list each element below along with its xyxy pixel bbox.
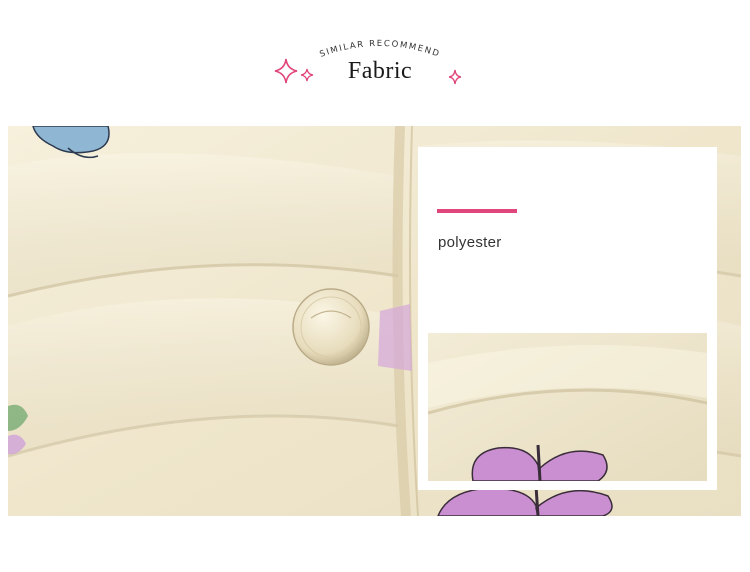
sparkle-icon	[448, 69, 462, 85]
fabric-closeup	[428, 333, 707, 481]
material-card: polyester	[418, 147, 717, 490]
accent-line	[437, 209, 517, 213]
section-title: Fabric	[347, 58, 413, 84]
sparkle-icon	[274, 58, 298, 84]
header-subtitle: SIMILAR RECOMMEND	[318, 39, 441, 60]
section-header: SIMILAR RECOMMEND Fabric	[0, 0, 750, 126]
sparkle-icon	[300, 68, 314, 82]
material-label: polyester	[438, 234, 502, 251]
snap-button	[292, 288, 370, 366]
